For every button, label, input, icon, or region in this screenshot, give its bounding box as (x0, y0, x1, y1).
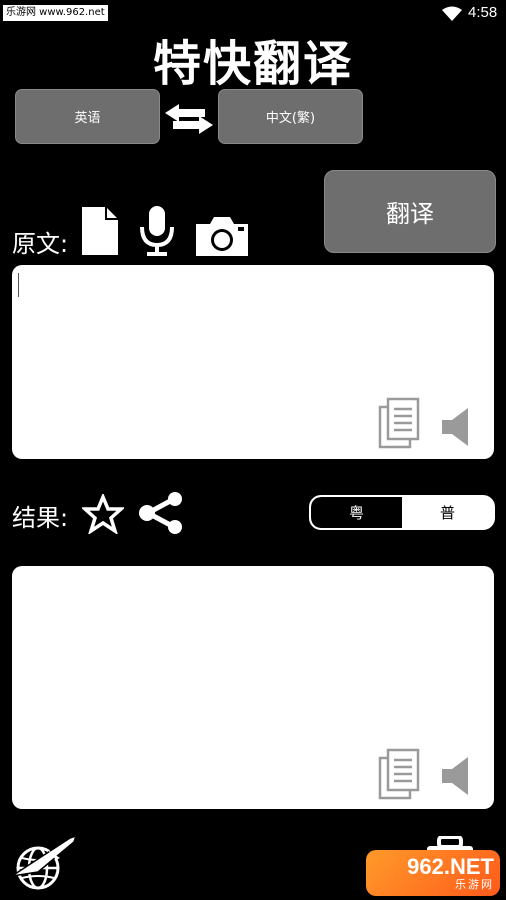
source-language-label: 英语 (74, 111, 101, 126)
badge-main-text: 962.NET (407, 853, 494, 879)
app-title: 特快翻译 (152, 36, 353, 92)
share-icon[interactable] (138, 492, 184, 534)
site-badge: 962.NET 乐游网 (366, 850, 500, 896)
swap-arrows-icon[interactable] (165, 104, 213, 134)
dialect-option-cantonese[interactable]: 粤 (311, 497, 402, 528)
dialect-toggle[interactable]: 粤 普 (309, 495, 495, 530)
text-cursor (18, 273, 19, 297)
dialect-option-mandarin[interactable]: 普 (402, 497, 493, 528)
copy-icon[interactable] (378, 397, 422, 449)
speaker-icon[interactable] (440, 756, 470, 796)
source-text-panel[interactable] (12, 265, 494, 459)
copy-icon[interactable] (378, 748, 422, 800)
translate-button-label: 翻译 (386, 200, 434, 228)
result-label: 结果: (12, 504, 69, 532)
target-language-button[interactable]: 中文(繁) (218, 89, 363, 144)
status-bar: 乐游网 www.962.net 4:58 (0, 0, 506, 26)
target-language-label: 中文(繁) (265, 111, 316, 126)
translate-button[interactable]: 翻译 (324, 170, 496, 253)
result-text-panel[interactable] (12, 566, 494, 809)
wifi-icon (442, 6, 462, 21)
speaker-icon[interactable] (440, 407, 470, 447)
badge-sub-text: 乐游网 (455, 877, 494, 891)
camera-icon[interactable] (194, 214, 250, 258)
globe-plane-logo-icon[interactable] (8, 832, 80, 892)
source-label: 原文: (12, 230, 69, 258)
file-icon[interactable] (80, 205, 120, 257)
status-time: 4:58 (468, 4, 498, 21)
microphone-icon[interactable] (138, 205, 176, 257)
watermark: 乐游网 www.962.net (3, 5, 108, 21)
source-language-button[interactable]: 英语 (15, 89, 160, 144)
star-icon[interactable] (82, 494, 124, 534)
